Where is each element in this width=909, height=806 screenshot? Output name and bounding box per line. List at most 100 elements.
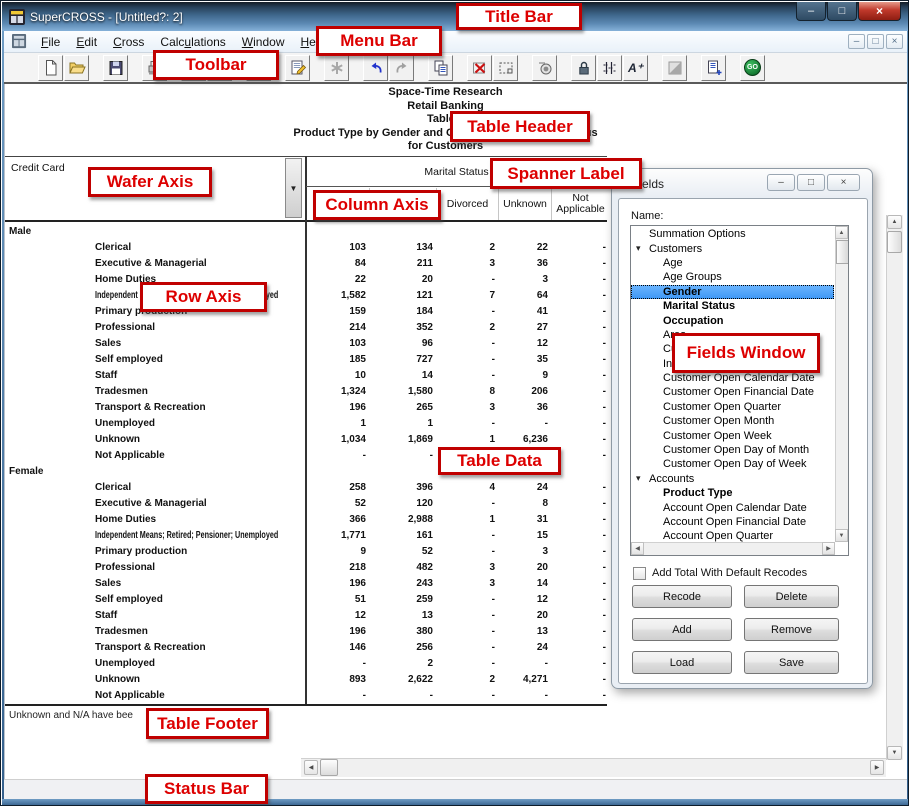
copy-button[interactable]: [428, 55, 453, 81]
fields-list-item[interactable]: Account Open Financial Date: [631, 515, 834, 529]
add-total-checkbox[interactable]: [633, 567, 646, 580]
record-button[interactable]: [532, 55, 557, 81]
wafer-dropdown-button[interactable]: ▼: [285, 158, 302, 218]
row-label[interactable]: Not Applicable: [5, 690, 307, 701]
save-button[interactable]: Save: [744, 651, 839, 674]
column-header[interactable]: Divorced: [436, 188, 498, 220]
menu-item[interactable]: Calculations: [152, 33, 233, 51]
fields-list-item[interactable]: Customer Open Financial Date: [631, 385, 834, 399]
row-label[interactable]: Staff: [5, 370, 307, 381]
fields-list-item[interactable]: Summation Options: [631, 227, 834, 241]
menu-item[interactable]: Window: [234, 33, 293, 51]
vertical-scrollbar[interactable]: [886, 215, 903, 760]
fields-list-item[interactable]: Customer Open Day of Week: [631, 457, 834, 471]
mdi-restore-button[interactable]: □: [867, 34, 884, 49]
row-label[interactable]: Not Applicable: [5, 450, 307, 461]
load-button[interactable]: Load: [632, 651, 732, 674]
row-label[interactable]: Executive & Managerial: [5, 258, 307, 269]
mdi-close-button[interactable]: ×: [886, 34, 903, 49]
new-button[interactable]: [38, 55, 63, 81]
fields-list-item[interactable]: Customer Open Calendar Date: [631, 371, 834, 385]
fields-list-vscrollbar[interactable]: ▲ ▼: [835, 226, 848, 542]
row-label[interactable]: Independent Means; Retired; Pensioner; U…: [5, 530, 307, 541]
open-button[interactable]: [64, 55, 89, 81]
row-label[interactable]: Tradesmen: [5, 386, 307, 397]
undo-button[interactable]: [363, 55, 388, 81]
lock-button[interactable]: [571, 55, 596, 81]
tree-expand-icon[interactable]: ▾: [636, 473, 649, 484]
fields-scroll-left-button[interactable]: ◀: [631, 542, 644, 555]
minimize-button[interactable]: –: [796, 2, 826, 21]
fields-list-item[interactable]: Customer Open Week: [631, 428, 834, 442]
menu-item[interactable]: Cross: [105, 33, 152, 51]
horizontal-scrollbar-thumb[interactable]: [320, 759, 338, 776]
fields-scroll-up-button[interactable]: ▲: [835, 226, 848, 239]
fields-list-item[interactable]: Age: [631, 256, 834, 270]
row-label[interactable]: Clerical: [5, 242, 307, 253]
delete-button[interactable]: Delete: [744, 585, 839, 608]
row-label[interactable]: Home Duties: [5, 514, 307, 525]
scroll-down-button[interactable]: ▼: [887, 746, 902, 760]
add-table-button[interactable]: [701, 55, 726, 81]
fields-list-item[interactable]: Customer Open Day of Month: [631, 443, 834, 457]
row-label[interactable]: Primary production: [5, 546, 307, 557]
row-label[interactable]: Unknown: [5, 434, 307, 445]
row-label[interactable]: Self employed: [5, 594, 307, 605]
row-label[interactable]: Unemployed: [5, 418, 307, 429]
fields-list-item[interactable]: ▾ Customers: [631, 241, 834, 255]
row-label[interactable]: Staff: [5, 610, 307, 621]
go-button[interactable]: GO: [740, 55, 765, 81]
fields-list-item[interactable]: ▾ Accounts: [631, 472, 834, 486]
fields-list-item[interactable]: Occupation: [631, 313, 834, 327]
fields-list-item[interactable]: Account Open Calendar Date: [631, 500, 834, 514]
horizontal-scrollbar[interactable]: [301, 758, 886, 777]
fields-list-item[interactable]: Customer Open Month: [631, 414, 834, 428]
fill-button[interactable]: [662, 55, 687, 81]
tree-expand-icon[interactable]: ▾: [636, 243, 649, 254]
fields-minimize-button[interactable]: –: [767, 174, 795, 191]
close-button[interactable]: ×: [858, 2, 901, 21]
field-options-button[interactable]: [597, 55, 622, 81]
menu-item[interactable]: Edit: [68, 33, 105, 51]
save-button[interactable]: [103, 55, 128, 81]
fields-list-item[interactable]: Age Groups: [631, 270, 834, 284]
row-label[interactable]: Transport & Recreation: [5, 402, 307, 413]
fields-list-item[interactable]: Customer Open Quarter: [631, 400, 834, 414]
row-label[interactable]: Self employed: [5, 354, 307, 365]
delete-table-button[interactable]: [467, 55, 492, 81]
fields-scroll-down-button[interactable]: ▼: [835, 529, 848, 542]
row-label[interactable]: Professional: [5, 322, 307, 333]
font-size-button[interactable]: A⁺: [623, 55, 648, 81]
options-button[interactable]: [324, 55, 349, 81]
recode-button[interactable]: Recode: [632, 585, 732, 608]
fields-scroll-right-button[interactable]: ▶: [822, 542, 835, 555]
fields-close-button[interactable]: ×: [827, 174, 860, 191]
row-label[interactable]: Executive & Managerial: [5, 498, 307, 509]
scroll-left-button[interactable]: ◀: [304, 760, 318, 775]
row-label[interactable]: Sales: [5, 338, 307, 349]
row-label[interactable]: Transport & Recreation: [5, 642, 307, 653]
vertical-scrollbar-thumb[interactable]: [887, 231, 902, 253]
row-label[interactable]: Female: [5, 466, 307, 477]
row-label[interactable]: Male: [5, 226, 307, 237]
fields-list-item[interactable]: Gender: [631, 285, 834, 299]
row-label[interactable]: Unemployed: [5, 658, 307, 669]
row-label[interactable]: Professional: [5, 562, 307, 573]
row-label[interactable]: Unknown: [5, 674, 307, 685]
row-label[interactable]: Tradesmen: [5, 626, 307, 637]
column-header[interactable]: Unknown: [498, 188, 551, 220]
add-button[interactable]: Add: [632, 618, 732, 641]
select-table-button[interactable]: [493, 55, 518, 81]
wafer-axis-label[interactable]: Credit Card: [11, 162, 65, 174]
edit-table-button[interactable]: [285, 55, 310, 81]
fields-vscroll-thumb[interactable]: [836, 240, 849, 264]
fields-maximize-button[interactable]: □: [797, 174, 825, 191]
column-header[interactable]: Not Applicable: [551, 188, 609, 220]
scroll-up-button[interactable]: ▲: [887, 215, 902, 229]
fields-list-hscrollbar[interactable]: ◀ ▶: [631, 542, 835, 555]
fields-list[interactable]: Summation Options ▾ Customers Age: [630, 225, 849, 556]
maximize-button[interactable]: □: [827, 2, 857, 21]
remove-button[interactable]: Remove: [744, 618, 839, 641]
mdi-minimize-button[interactable]: –: [848, 34, 865, 49]
row-label[interactable]: Sales: [5, 578, 307, 589]
